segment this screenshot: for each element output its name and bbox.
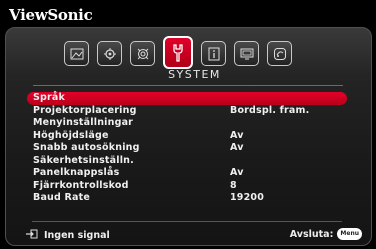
- menu-item-panel-key-lock[interactable]: Panelknappslås Av: [27, 167, 347, 180]
- tab-system[interactable]: [163, 36, 193, 69]
- menu-item-label: Menyinställningar: [33, 117, 134, 128]
- menu-item-value: Bordspl. fram.: [230, 104, 310, 116]
- menu-item-baud-rate[interactable]: Baud Rate 19200: [27, 192, 347, 205]
- tab-picture[interactable]: [64, 41, 89, 66]
- signal-status-text: Ingen signal: [44, 230, 110, 241]
- menu-item-quick-autosearch[interactable]: Snabb autosökning Av: [27, 142, 347, 155]
- menu-item-value: Av: [230, 129, 244, 141]
- menu-item-value: 8: [230, 179, 237, 191]
- menu-item-remote-code[interactable]: Fjärrkontrollskod 8: [27, 180, 347, 193]
- menu-item-projector-position[interactable]: Projektorplacering Bordspl. fram.: [27, 105, 347, 118]
- advanced-gear-icon: [136, 47, 150, 61]
- menu-item-label: Fjärrkontrollskod: [33, 179, 129, 191]
- menu-item-label: Baud Rate: [33, 192, 91, 203]
- menu-item-label: Språk: [33, 92, 66, 103]
- settings-gear-icon: [103, 47, 117, 61]
- tab-other[interactable]: [267, 41, 292, 66]
- tab-info[interactable]: [201, 41, 226, 66]
- menu-item-value: Av: [230, 142, 244, 153]
- category-tabs: [64, 36, 324, 69]
- menu-item-label: Snabb autosökning: [33, 142, 140, 153]
- menu-item-label: Säkerhetsinställn.: [33, 154, 134, 166]
- menu-item-security-settings[interactable]: Säkerhetsinställn.: [27, 155, 347, 168]
- input-source-icon: [26, 229, 38, 242]
- info-icon: [207, 47, 221, 61]
- osd-screen: ViewSonic SYSTEM Språk Projektorplacerin…: [0, 0, 376, 249]
- menu-item-language[interactable]: Språk: [27, 92, 347, 105]
- tab-basic[interactable]: [97, 41, 122, 66]
- section-title: SYSTEM: [168, 68, 221, 81]
- sound-icon: [273, 47, 287, 61]
- menu-item-label: Projektorplacering: [33, 104, 137, 116]
- settings-menu-list: Språk Projektorplacering Bordspl. fram. …: [27, 92, 347, 205]
- tab-advanced[interactable]: [130, 41, 155, 66]
- menu-item-value: 19200: [230, 192, 265, 203]
- exit-hint: Avsluta: Menu: [290, 228, 362, 240]
- menu-item-high-altitude[interactable]: Höghöjdsläge Av: [27, 130, 347, 143]
- menu-item-value: Av: [230, 167, 244, 178]
- signal-status: Ingen signal: [26, 229, 110, 242]
- brand-logo: ViewSonic: [9, 6, 93, 24]
- divider: [33, 85, 343, 86]
- divider: [32, 221, 342, 222]
- menu-item-menu-settings[interactable]: Menyinställningar: [27, 117, 347, 130]
- menu-item-label: Panelknappslås: [33, 167, 120, 178]
- picture-icon: [70, 47, 84, 61]
- display-icon: [240, 47, 254, 61]
- menu-button[interactable]: Menu: [337, 228, 362, 240]
- system-tool-icon: [170, 43, 186, 63]
- exit-label: Avsluta:: [289, 228, 334, 240]
- menu-item-label: Höghöjdsläge: [33, 129, 109, 141]
- tab-display[interactable]: [234, 41, 259, 66]
